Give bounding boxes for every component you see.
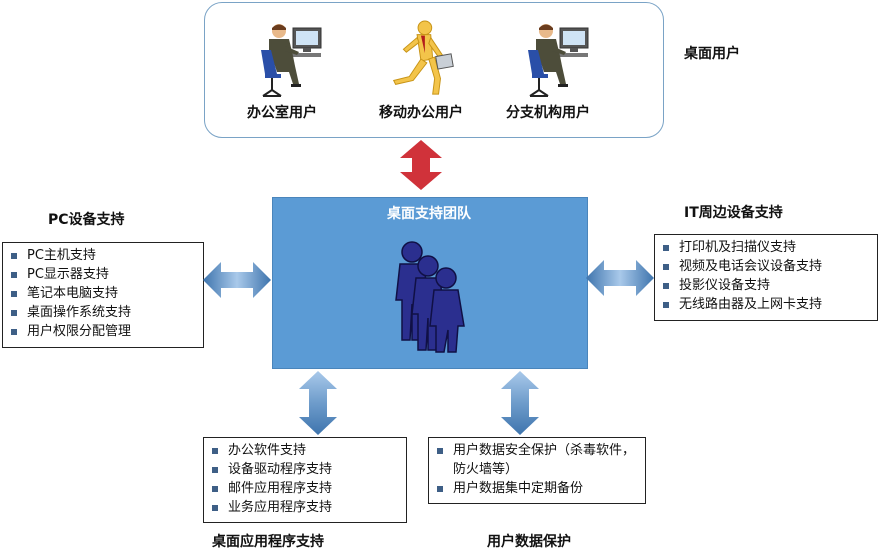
mobile-worker-icon — [392, 20, 454, 95]
list-item: 用户权限分配管理 — [9, 322, 197, 341]
it-support-title: IT周边设备支持 — [684, 205, 783, 221]
list-item: 无线路由器及上网卡支持 — [661, 295, 871, 314]
list-item: 笔记本电脑支持 — [9, 284, 197, 303]
list-item: PC主机支持 — [9, 246, 197, 265]
office-worker-icon — [261, 24, 322, 97]
app-double-arrow-icon — [299, 371, 337, 435]
data-protection-list: 用户数据安全保护（杀毒软件，防火墙等） 用户数据集中定期备份 — [428, 437, 646, 504]
pc-support-list: PC主机支持 PC显示器支持 笔记本电脑支持 桌面操作系统支持 用户权限分配管理 — [2, 242, 204, 348]
app-support-title: 桌面应用程序支持 — [212, 534, 324, 550]
support-team-title: 桌面支持团队 — [387, 206, 471, 222]
list-item: 设备驱动程序支持 — [210, 460, 400, 479]
branch-user-label: 分支机构用户 — [506, 105, 590, 121]
red-double-arrow-icon — [400, 140, 442, 190]
data-double-arrow-icon — [501, 371, 539, 435]
list-item: 投影仪设备支持 — [661, 276, 871, 295]
app-support-list: 办公软件支持 设备驱动程序支持 邮件应用程序支持 业务应用程序支持 — [203, 437, 407, 523]
team-people-icon — [395, 241, 465, 353]
right-double-arrow-icon — [586, 260, 654, 296]
list-item: 邮件应用程序支持 — [210, 479, 400, 498]
list-item: 业务应用程序支持 — [210, 498, 400, 517]
list-item: PC显示器支持 — [9, 265, 197, 284]
mobile-user-label: 移动办公用户 — [379, 105, 463, 121]
it-support-list: 打印机及扫描仪支持 视频及电话会议设备支持 投影仪设备支持 无线路由器及上网卡支… — [654, 234, 878, 321]
list-item: 办公软件支持 — [210, 441, 400, 460]
desktop-users-title: 桌面用户 — [684, 46, 740, 62]
list-item: 视频及电话会议设备支持 — [661, 257, 871, 276]
left-double-arrow-icon — [203, 262, 271, 298]
pc-support-title: PC设备支持 — [48, 212, 125, 228]
office-user-label: 办公室用户 — [247, 105, 317, 121]
list-item: 用户数据集中定期备份 — [435, 479, 639, 498]
data-protection-title: 用户数据保护 — [487, 534, 571, 550]
list-item: 打印机及扫描仪支持 — [661, 238, 871, 257]
list-item: 用户数据安全保护（杀毒软件，防火墙等） — [435, 441, 639, 479]
branch-worker-icon — [528, 24, 589, 97]
list-item: 桌面操作系统支持 — [9, 303, 197, 322]
